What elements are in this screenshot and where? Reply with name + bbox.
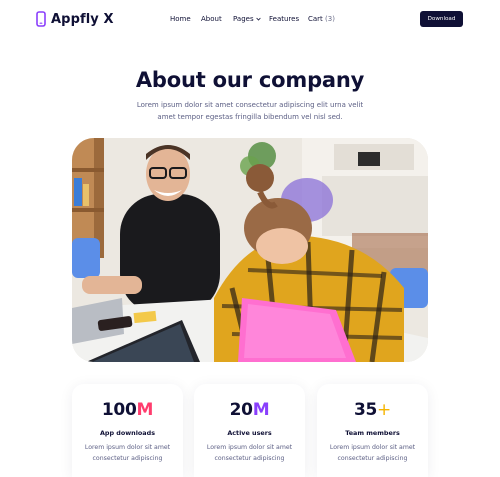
nav-cart-link[interactable]: Cart (3)	[308, 12, 335, 26]
download-button[interactable]: Download	[420, 11, 463, 27]
stat-description: Lorem ipsum dolor sit amet consectetur a…	[329, 444, 416, 462]
stat-label: Active users	[227, 429, 272, 437]
site-header: Appfly X Home About Pages Features Cart …	[0, 0, 500, 38]
team-photo	[72, 138, 428, 362]
stat-card-downloads: 100M App downloads Lorem ipsum dolor sit…	[72, 384, 183, 477]
stat-number: 35	[353, 400, 378, 420]
stat-suffix: M	[136, 400, 154, 420]
stat-description: Lorem ipsum dolor sit amet consectetur a…	[206, 444, 293, 462]
team-photo-illustration	[72, 138, 428, 362]
stat-value: 100M	[72, 400, 183, 420]
stat-label: App downloads	[99, 429, 155, 437]
stat-number: 20	[229, 400, 253, 420]
stat-value: 35+	[317, 400, 428, 420]
nav-pages-dropdown[interactable]: Pages	[233, 12, 261, 26]
nav-pages-label: Pages	[233, 15, 254, 23]
chevron-down-icon	[255, 17, 261, 21]
nav-home-link[interactable]: Home	[170, 12, 191, 26]
nav-about-link[interactable]: About	[201, 12, 222, 26]
stat-value: 20M	[194, 400, 305, 420]
stat-number: 100	[101, 400, 137, 420]
stat-card-team: 35+ Team members Lorem ipsum dolor sit a…	[317, 384, 428, 477]
stat-card-users: 20M Active users Lorem ipsum dolor sit a…	[194, 384, 305, 477]
nav-cart-label: Cart	[308, 15, 323, 23]
stat-label: Team members	[345, 429, 400, 437]
stat-description: Lorem ipsum dolor sit amet consectetur a…	[84, 444, 171, 462]
stat-suffix: M	[252, 400, 270, 420]
page-title: About our company	[135, 68, 365, 92]
nav-features-link[interactable]: Features	[269, 12, 299, 26]
stat-suffix: +	[377, 400, 391, 420]
cart-count: (3)	[325, 15, 335, 23]
hero-description: Lorem ipsum dolor sit amet consectetur a…	[136, 101, 364, 121]
